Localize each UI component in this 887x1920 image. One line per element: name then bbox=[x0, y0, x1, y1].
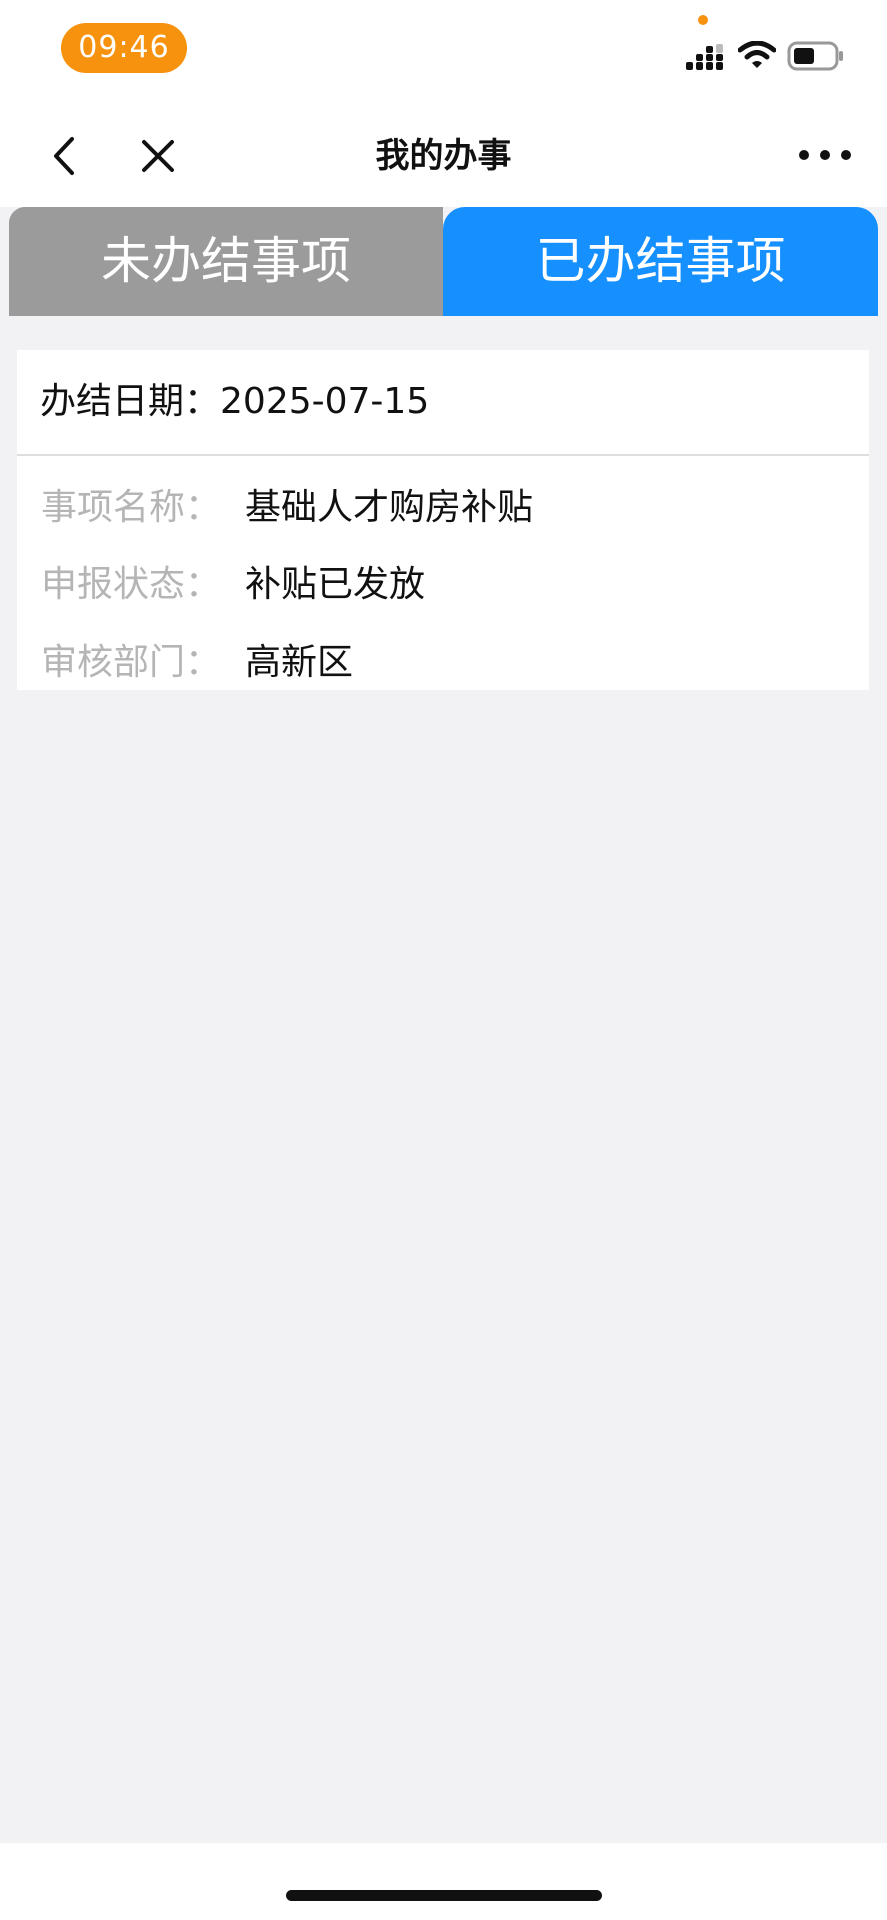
close-icon[interactable] bbox=[137, 135, 179, 177]
recording-indicator-dot bbox=[698, 15, 708, 25]
department-value: 高新区 bbox=[245, 642, 354, 683]
status-label: 申报状态： bbox=[41, 564, 222, 605]
record-card[interactable]: 办结日期：2025-07-15 事项名称： 基础人才购房补贴 申报状态： 补贴已发放… bbox=[17, 350, 869, 690]
tab-bar: 未办结事项 已办结事项 bbox=[9, 207, 878, 316]
date-value: 2025-07-15 bbox=[220, 381, 430, 422]
tab-completed-items[interactable]: 已办结事项 bbox=[443, 207, 878, 316]
date-label: 办结日期： bbox=[40, 381, 221, 422]
signal-icon bbox=[686, 44, 723, 70]
back-icon[interactable] bbox=[44, 133, 88, 179]
page-title: 我的办事 bbox=[375, 136, 512, 176]
status-value: 补贴已发放 bbox=[245, 564, 426, 605]
item-name-value: 基础人才购房补贴 bbox=[245, 487, 534, 528]
wifi-icon bbox=[738, 41, 776, 68]
navigation-bar: 我的办事 bbox=[0, 105, 887, 207]
field-row-item-name: 事项名称： 基础人才购房补贴 bbox=[41, 483, 533, 533]
home-indicator-area bbox=[0, 1843, 887, 1920]
tab-pending-items[interactable]: 未办结事项 bbox=[9, 207, 443, 316]
status-time: 09:46 bbox=[61, 23, 187, 73]
home-indicator-bar[interactable] bbox=[286, 1890, 602, 1901]
field-row-department: 审核部门： 高新区 bbox=[41, 638, 353, 688]
battery-icon bbox=[787, 41, 843, 71]
status-bar: 09:46 bbox=[0, 0, 887, 105]
field-row-status: 申报状态： 补贴已发放 bbox=[41, 560, 425, 610]
item-name-label: 事项名称： bbox=[41, 487, 222, 528]
department-label: 审核部门： bbox=[41, 642, 222, 683]
more-icon[interactable] bbox=[798, 143, 852, 167]
record-date-header: 办结日期：2025-07-15 bbox=[17, 350, 869, 456]
